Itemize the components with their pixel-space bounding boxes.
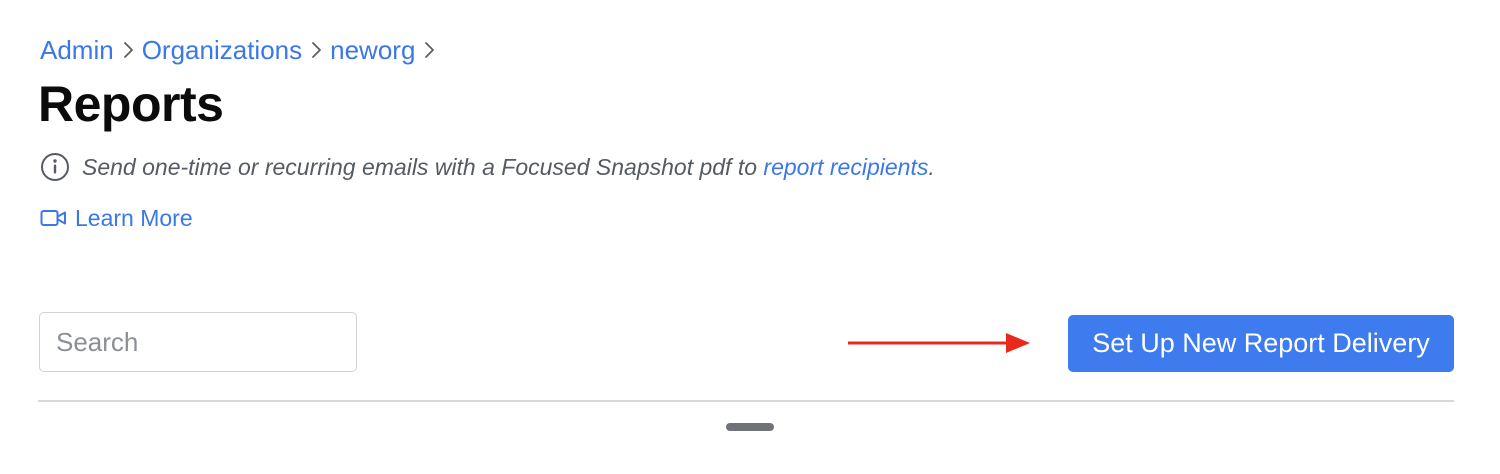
report-recipients-link[interactable]: report recipients	[763, 152, 928, 182]
chevron-right-icon	[306, 34, 328, 66]
annotation-arrow	[848, 333, 1030, 353]
breadcrumb-organizations-link[interactable]: Organizations	[142, 34, 302, 66]
info-icon	[40, 152, 70, 182]
page-title: Reports	[38, 76, 224, 132]
info-text: Send one-time or recurring emails with a…	[82, 154, 764, 180]
search-input[interactable]	[39, 312, 357, 372]
chevron-right-icon	[419, 34, 441, 66]
video-camera-icon	[40, 208, 67, 228]
divider	[38, 400, 1454, 402]
chevron-right-icon	[118, 34, 140, 66]
info-suffix: .	[928, 154, 935, 180]
info-description: Send one-time or recurring emails with a…	[40, 152, 935, 182]
drag-handle[interactable]	[726, 423, 774, 431]
learn-more-link[interactable]: Learn More	[40, 203, 193, 233]
setup-new-report-delivery-button[interactable]: Set Up New Report Delivery	[1068, 315, 1454, 372]
breadcrumb: Admin Organizations neworg	[40, 34, 443, 66]
learn-more-label: Learn More	[75, 205, 193, 231]
breadcrumb-neworg-link[interactable]: neworg	[330, 34, 415, 66]
breadcrumb-admin-link[interactable]: Admin	[40, 34, 114, 66]
